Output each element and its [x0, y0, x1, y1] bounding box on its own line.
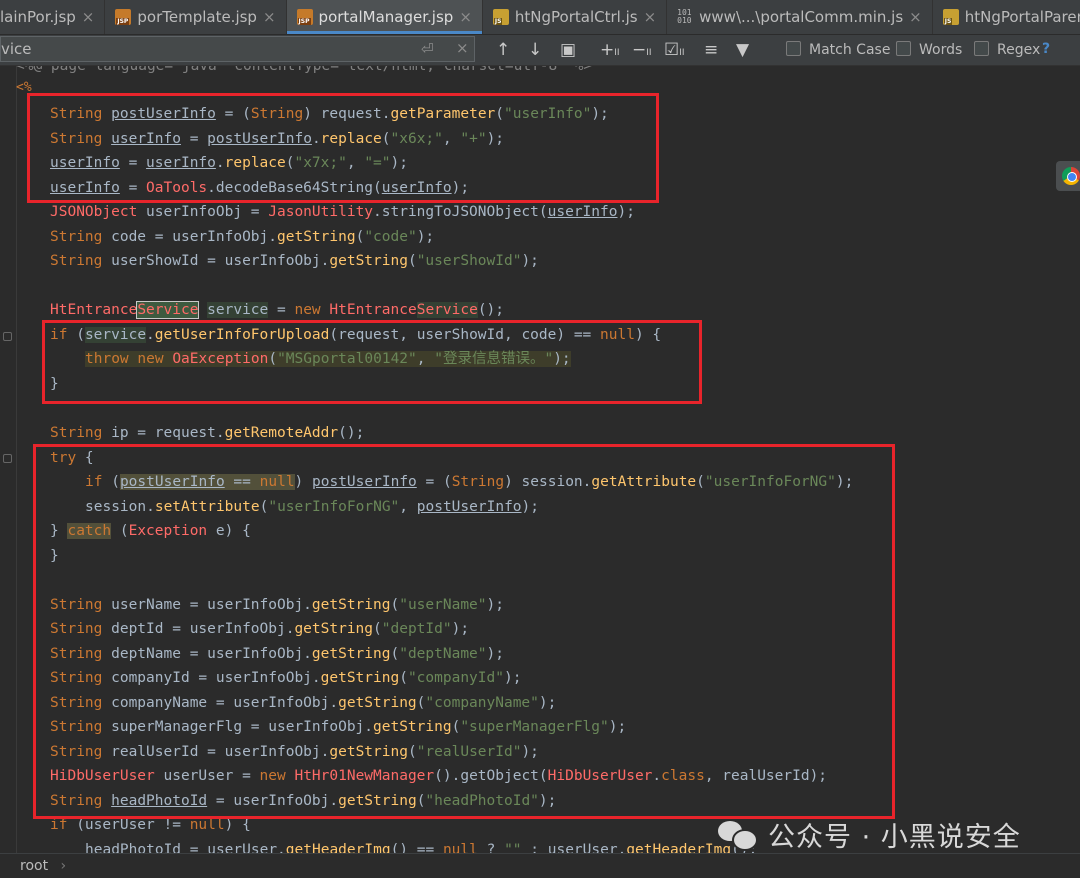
- close-icon[interactable]: ×: [644, 8, 657, 26]
- code-editor[interactable]: <%@ page language="java" contentType="te…: [0, 66, 1080, 853]
- tab-label: lainPor.jsp: [0, 8, 76, 26]
- tab-label: htNgPortalCtrl.js: [514, 8, 638, 26]
- tab-portalcomm-min-js[interactable]: 101 010 www\...\portalComm.min.js ×: [667, 0, 933, 34]
- previous-occurrence-icon[interactable]: ↑: [496, 38, 510, 62]
- code-line: headPhotoId = userUser.getHeaderImg() ==…: [85, 842, 758, 853]
- jsp-file-icon: [115, 9, 132, 25]
- js-file-icon: [492, 9, 509, 25]
- find-in-window-icon[interactable]: ▣: [560, 38, 576, 62]
- words-checkbox[interactable]: [896, 41, 911, 56]
- binary-file-icon: 101 010: [677, 8, 692, 25]
- next-occurrence-icon[interactable]: ↓: [528, 38, 542, 62]
- tab-portemplate-jsp[interactable]: porTemplate.jsp ×: [105, 0, 287, 34]
- code-line: JSONObject userInfoObj = JasonUtility.st…: [50, 204, 635, 220]
- filter-icon[interactable]: ▼: [736, 38, 749, 62]
- tab-label: www\...\portalComm.min.js: [699, 8, 904, 26]
- words-label: Words: [919, 42, 963, 58]
- tab-htngportalctrl-js[interactable]: htNgPortalCtrl.js ×: [483, 0, 668, 34]
- fold-marker-icon[interactable]: [3, 454, 12, 463]
- close-icon[interactable]: ×: [263, 8, 276, 26]
- regex-help-icon[interactable]: ?: [1042, 41, 1050, 57]
- code-line: String userShowId = userInfoObj.getStrin…: [50, 253, 539, 269]
- fold-marker-icon[interactable]: [3, 332, 12, 341]
- tab-htngportalparentctrl-js[interactable]: htNgPortalParentCt: [933, 0, 1080, 34]
- add-occurrence-icon[interactable]: +II: [600, 38, 620, 62]
- highlight-box-upload-check: [42, 320, 702, 404]
- chrome-browser-icon[interactable]: [1056, 161, 1080, 191]
- clear-search-icon[interactable]: ×: [456, 39, 469, 57]
- code-line: String code = userInfoObj.getString("cod…: [50, 229, 435, 245]
- code-line: <%@ page language="java" contentType="te…: [16, 66, 593, 74]
- remove-occurrence-icon[interactable]: −II: [632, 38, 652, 62]
- tab-portalmanager-jsp[interactable]: portalManager.jsp ×: [286, 0, 483, 34]
- jsp-file-icon: [296, 9, 313, 25]
- regex-label: Regex: [997, 42, 1041, 58]
- match-case-label: Match Case: [809, 42, 891, 58]
- watermark: 公众号 · 小黑说安全: [718, 814, 1021, 854]
- tab-label: portalManager.jsp: [318, 8, 454, 26]
- select-all-occurrences-icon[interactable]: ☑II: [664, 38, 685, 62]
- tab-label: htNgPortalParentCt: [964, 8, 1080, 26]
- match-case-checkbox[interactable]: [786, 41, 801, 56]
- js-file-icon: [942, 9, 959, 25]
- close-icon[interactable]: ×: [82, 8, 95, 26]
- close-icon[interactable]: ×: [459, 8, 472, 26]
- highlight-box-session: [33, 444, 895, 819]
- code-line: HtEntranceService service = new HtEntran…: [50, 301, 505, 319]
- close-icon[interactable]: ×: [909, 8, 922, 26]
- code-line: String ip = request.getRemoteAddr();: [50, 425, 365, 441]
- tab-label: porTemplate.jsp: [137, 8, 257, 26]
- wechat-logo-icon: [718, 819, 758, 851]
- breadcrumb: root ›: [0, 853, 1080, 878]
- regex-checkbox[interactable]: [974, 41, 989, 56]
- watermark-text: 公众号 · 小黑说安全: [768, 821, 1021, 853]
- breadcrumb-item[interactable]: root: [20, 858, 48, 874]
- search-input[interactable]: vice: [0, 36, 475, 62]
- enter-icon[interactable]: ⏎: [421, 40, 434, 58]
- tab-mainpor-jsp[interactable]: lainPor.jsp ×: [0, 0, 106, 34]
- chevron-right-icon: ›: [60, 858, 67, 874]
- find-bar: vice ⏎ × ↑ ↓ ▣ +II −II ☑II ≡ ▼ Match Cas…: [0, 35, 1080, 66]
- filter-lines-icon[interactable]: ≡: [704, 38, 718, 62]
- highlight-box-userinfo: [27, 93, 659, 203]
- editor-tab-bar: lainPor.jsp × porTemplate.jsp × portalMa…: [0, 0, 1080, 35]
